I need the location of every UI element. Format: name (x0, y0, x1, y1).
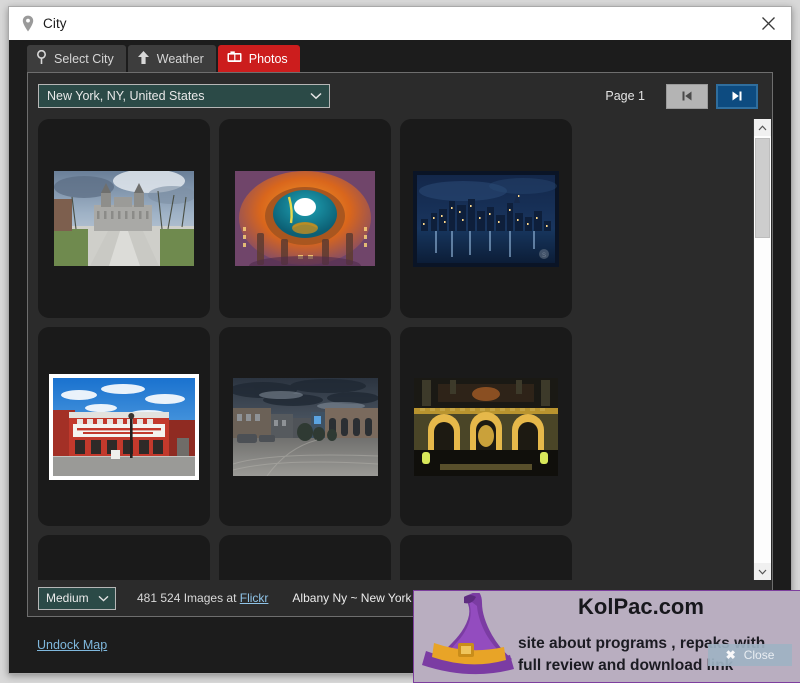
photo-tile[interactable] (219, 327, 391, 526)
undock-map-link[interactable]: Undock Map (37, 638, 107, 652)
skip-previous-icon (682, 91, 692, 101)
chevron-down-icon (98, 591, 109, 605)
scrollbar-track[interactable] (754, 136, 771, 563)
image-size-value: Medium (46, 591, 89, 605)
umbrella-icon (137, 50, 150, 68)
ad-close-label: Close (743, 648, 775, 662)
close-window-button[interactable] (745, 7, 791, 40)
scroll-up-button[interactable] (754, 119, 771, 136)
photo-tile[interactable]: S (400, 119, 572, 318)
photo-tile[interactable] (400, 535, 572, 580)
photo-grid-wrapper: S (28, 119, 772, 580)
photos-toolbar: New York, NY, United States Page 1 (28, 73, 772, 119)
tab-weather[interactable]: Weather (127, 45, 216, 72)
scroll-down-button[interactable] (754, 563, 771, 580)
ad-overlay: KolPac.com site about programs , repaks … (413, 590, 800, 683)
scrollbar-thumb[interactable] (755, 138, 770, 238)
photo-tile[interactable] (38, 327, 210, 526)
map-pin-icon (21, 15, 35, 33)
close-icon: ✖ (725, 648, 736, 662)
photo-thumbnail (54, 171, 194, 266)
chevron-up-icon (758, 124, 767, 130)
camera-icon (227, 51, 242, 66)
next-page-button[interactable] (716, 83, 758, 109)
tab-select-city[interactable]: Select City (27, 45, 126, 72)
window-title: City (43, 16, 67, 31)
image-count: 481 524 Images at Flickr (137, 591, 268, 605)
previous-page-button[interactable] (666, 83, 708, 109)
tab-label: Select City (54, 51, 114, 66)
page-navigation: Page 1 (605, 83, 758, 109)
image-size-select[interactable]: Medium (38, 586, 116, 610)
photo-grid: S (38, 119, 753, 580)
wizard-hat-icon (420, 591, 516, 682)
map-pin-icon (36, 49, 47, 68)
chevron-down-icon (310, 89, 322, 103)
photo-thumbnail (49, 373, 199, 480)
window-titlebar: City (9, 7, 791, 40)
tab-label: Photos (248, 51, 288, 66)
ad-close-button[interactable]: ✖ Close (708, 644, 792, 666)
svg-text:S: S (542, 253, 546, 259)
photo-grid-scrollbar[interactable] (753, 119, 771, 580)
ad-title: KolPac.com (578, 594, 704, 619)
photo-tile[interactable] (38, 119, 210, 318)
city-select[interactable]: New York, NY, United States (38, 84, 330, 108)
close-icon (761, 17, 775, 30)
photo-tile[interactable] (219, 119, 391, 318)
photo-thumbnail: S (413, 170, 559, 267)
flickr-link[interactable]: Flickr (240, 591, 269, 605)
image-count-text: 481 524 Images at (137, 591, 240, 605)
tab-label: Weather (156, 51, 204, 66)
tab-photos[interactable]: Photos (217, 45, 300, 72)
tab-strip: Select City Weather Photos (9, 40, 791, 72)
city-select-value: New York, NY, United States (47, 89, 205, 103)
photo-thumbnail (232, 377, 378, 476)
chevron-down-icon (758, 569, 767, 575)
skip-next-icon (732, 91, 742, 101)
ad-line-2: full review and download link (518, 657, 734, 674)
photos-panel: New York, NY, United States Page 1 S Med… (27, 72, 773, 617)
photo-thumbnail (414, 377, 558, 476)
photo-thumbnail (235, 171, 375, 266)
photo-tile[interactable] (219, 535, 391, 580)
page-label: Page 1 (605, 89, 645, 103)
city-window: City Select City Weather Photos New York… (8, 6, 800, 683)
photo-tile[interactable] (400, 327, 572, 526)
photo-tile[interactable] (38, 535, 210, 580)
